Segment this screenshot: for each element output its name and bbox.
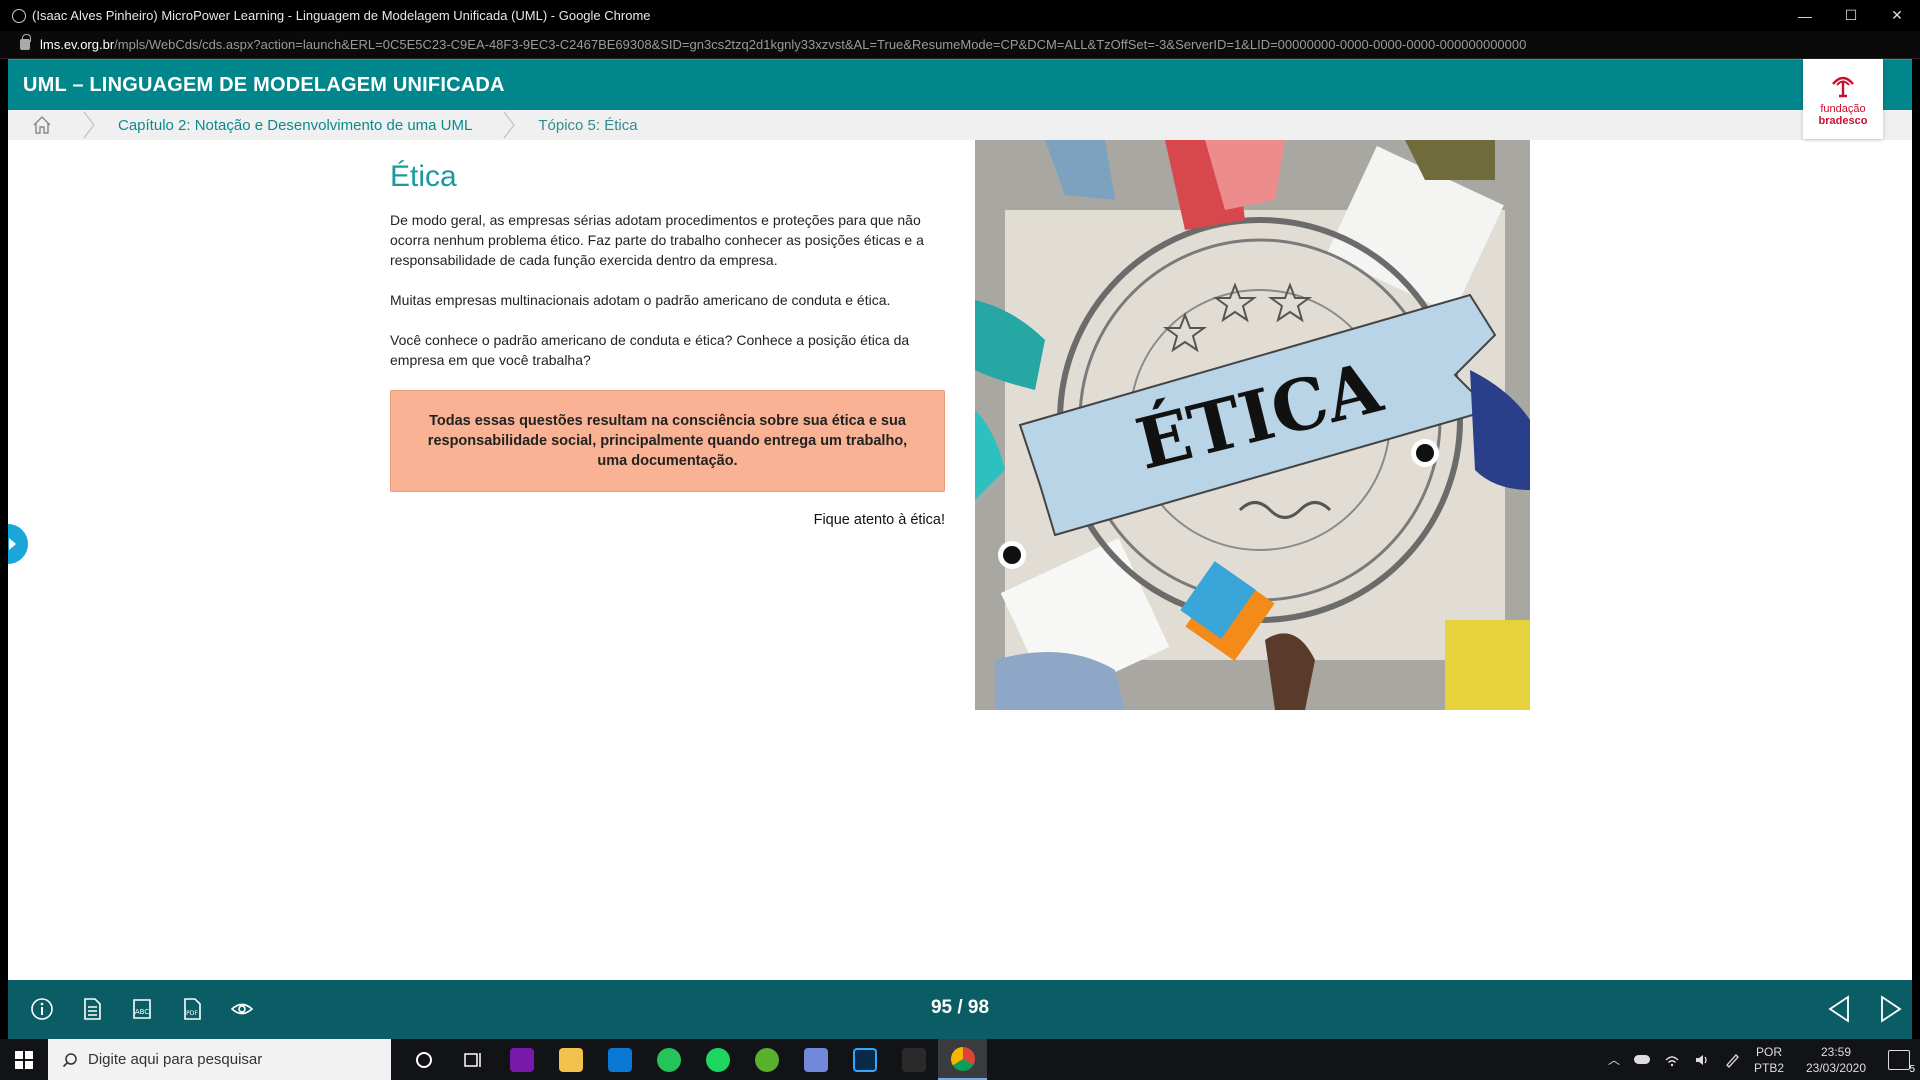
tray-chevron-icon[interactable]: ︿ bbox=[1608, 1051, 1620, 1068]
search-icon bbox=[62, 1052, 77, 1067]
folder-icon bbox=[558, 1047, 583, 1072]
lesson-paragraph-2: Muitas empresas multinacionais adotam o … bbox=[390, 292, 891, 308]
page-navigation bbox=[1826, 994, 1904, 1024]
lesson-content: Ética De modo geral, as empresas sérias … bbox=[8, 140, 1912, 980]
address-bar[interactable]: lms.ev.org.br /mpls/WebCds/cds.aspx?acti… bbox=[0, 31, 1920, 59]
chrome-icon bbox=[950, 1046, 975, 1071]
discord-app[interactable] bbox=[791, 1039, 840, 1080]
logo-text-line2: bradesco bbox=[1818, 114, 1868, 127]
app-button[interactable] bbox=[889, 1039, 938, 1080]
file-explorer-app[interactable] bbox=[546, 1039, 595, 1080]
start-button[interactable] bbox=[0, 1039, 48, 1080]
clock-date: 23/03/2020 bbox=[1805, 1060, 1867, 1075]
chrome-app[interactable] bbox=[938, 1039, 987, 1080]
url-domain: lms.ev.org.br bbox=[40, 37, 115, 52]
whatsapp-app[interactable] bbox=[644, 1039, 693, 1080]
highlight-callout: Todas essas questões resultam na consciê… bbox=[390, 390, 945, 492]
onenote-icon bbox=[509, 1047, 534, 1072]
cortana-icon bbox=[415, 1051, 432, 1068]
ethics-illustration: ÉTICA bbox=[975, 140, 1530, 710]
course-player: UML – LINGUAGEM DE MODELAGEM UNIFICADA f… bbox=[8, 59, 1912, 1039]
cloud-icon[interactable] bbox=[1633, 1055, 1650, 1064]
spotify-app[interactable] bbox=[693, 1039, 742, 1080]
close-button[interactable]: ✕ bbox=[1874, 0, 1920, 31]
lang-line-2: PTB2 bbox=[1753, 1060, 1784, 1075]
previous-page-icon[interactable] bbox=[1826, 994, 1852, 1024]
wifi-icon[interactable] bbox=[1664, 1052, 1680, 1068]
logo-text-line1: fundação bbox=[1820, 102, 1866, 115]
browser-title-bar: (Isaac Alves Pinheiro) MicroPower Learni… bbox=[0, 0, 1920, 31]
lock-icon bbox=[20, 34, 31, 50]
course-header: UML – LINGUAGEM DE MODELAGEM UNIFICADA bbox=[8, 59, 1912, 110]
bradesco-tree-icon bbox=[1832, 76, 1854, 97]
photoshop-app[interactable] bbox=[840, 1039, 889, 1080]
pen-icon[interactable] bbox=[1724, 1052, 1740, 1068]
utorrent-icon bbox=[754, 1047, 779, 1072]
taskbar-search[interactable]: Digite aqui para pesquisar bbox=[48, 1039, 391, 1080]
lesson-paragraph-3: Você conhece o padrão americano de condu… bbox=[390, 332, 910, 368]
next-page-icon[interactable] bbox=[1878, 994, 1904, 1024]
task-view-button[interactable] bbox=[448, 1039, 497, 1080]
maximize-button[interactable]: ☐ bbox=[1828, 0, 1874, 31]
pinned-apps bbox=[399, 1039, 987, 1080]
notification-count: 5 bbox=[1909, 1063, 1915, 1075]
url-path: /mpls/WebCds/cds.aspx?action=launch&ERL=… bbox=[114, 37, 1527, 52]
photoshop-icon bbox=[852, 1047, 877, 1072]
onenote-app[interactable] bbox=[497, 1039, 546, 1080]
mail-icon bbox=[607, 1047, 632, 1072]
page-indicator: 95 / 98 bbox=[930, 997, 990, 1018]
fundacao-bradesco-logo: fundação bradesco bbox=[1803, 59, 1883, 139]
spotify-icon bbox=[705, 1047, 730, 1072]
minimize-button[interactable]: — bbox=[1782, 0, 1828, 31]
breadcrumb-topic: Tópico 5: Ética bbox=[538, 116, 638, 134]
search-placeholder: Digite aqui para pesquisar bbox=[88, 1051, 263, 1068]
lesson-paragraph-1: De modo geral, as empresas sérias adotam… bbox=[390, 212, 924, 268]
breadcrumb: Capítulo 2: Notação e Desenvolvimento de… bbox=[8, 110, 1912, 140]
input-language[interactable]: POR PTB2 bbox=[1754, 1044, 1784, 1076]
volume-icon[interactable] bbox=[1694, 1052, 1710, 1068]
home-icon[interactable] bbox=[32, 115, 52, 135]
discord-icon bbox=[803, 1047, 828, 1072]
course-title: UML – LINGUAGEM DE MODELAGEM UNIFICADA bbox=[23, 74, 505, 96]
system-clock[interactable]: 23:59 23/03/2020 bbox=[1798, 1044, 1874, 1076]
task-view-icon bbox=[463, 1052, 481, 1067]
breadcrumb-chevron-icon bbox=[83, 111, 95, 139]
system-tray: ︿ POR PTB2 23:59 23/03/2020 5 bbox=[1608, 1039, 1915, 1080]
clock-time: 23:59 bbox=[1820, 1044, 1852, 1059]
lang-line-1: POR bbox=[1755, 1044, 1782, 1059]
utorrent-app[interactable] bbox=[742, 1039, 791, 1080]
attention-note: Fique atento à ética! bbox=[813, 512, 945, 528]
chrome-favicon-icon bbox=[12, 8, 26, 23]
lesson-heading: Ética bbox=[390, 160, 457, 193]
notifications-button[interactable]: 5 bbox=[1888, 1049, 1915, 1075]
app-icon bbox=[901, 1047, 926, 1072]
windows-logo-icon bbox=[15, 1050, 33, 1069]
whatsapp-icon bbox=[656, 1047, 681, 1072]
breadcrumb-chevron-icon bbox=[503, 111, 516, 139]
cortana-button[interactable] bbox=[399, 1039, 448, 1080]
mail-app[interactable] bbox=[595, 1039, 644, 1080]
player-footer: ABC PDF 95 / 98 bbox=[8, 980, 1912, 1039]
window-title: (Isaac Alves Pinheiro) MicroPower Learni… bbox=[32, 8, 651, 23]
windows-taskbar: Digite aqui para pesquisar ︿ POR PTB2 23… bbox=[0, 1039, 1920, 1080]
breadcrumb-chapter-link[interactable]: Capítulo 2: Notação e Desenvolvimento de… bbox=[118, 117, 472, 134]
